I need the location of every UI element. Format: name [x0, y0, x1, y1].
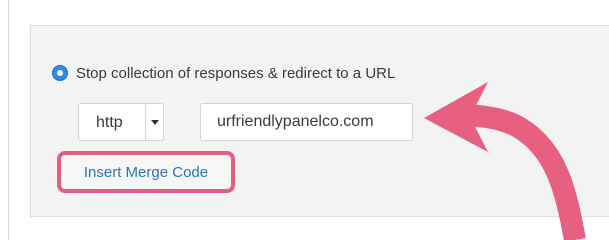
- redirect-radio-button[interactable]: [52, 65, 68, 81]
- insert-merge-code-button[interactable]: Insert Merge Code: [57, 151, 235, 193]
- redirect-option-row[interactable]: Stop collection of responses & redirect …: [52, 62, 395, 84]
- screenshot-stage: Stop collection of responses & redirect …: [0, 0, 609, 240]
- radio-selected-dot: [57, 70, 63, 76]
- insert-merge-code-link[interactable]: Insert Merge Code: [84, 164, 208, 181]
- protocol-select[interactable]: http: [78, 103, 164, 141]
- select-dropdown-toggle[interactable]: [145, 104, 163, 140]
- redirect-option-label: Stop collection of responses & redirect …: [76, 64, 396, 82]
- protocol-select-value: http: [96, 114, 123, 131]
- caret-down-icon: [150, 119, 159, 125]
- page-left-border: [8, 0, 9, 240]
- redirect-url-input[interactable]: [200, 103, 413, 141]
